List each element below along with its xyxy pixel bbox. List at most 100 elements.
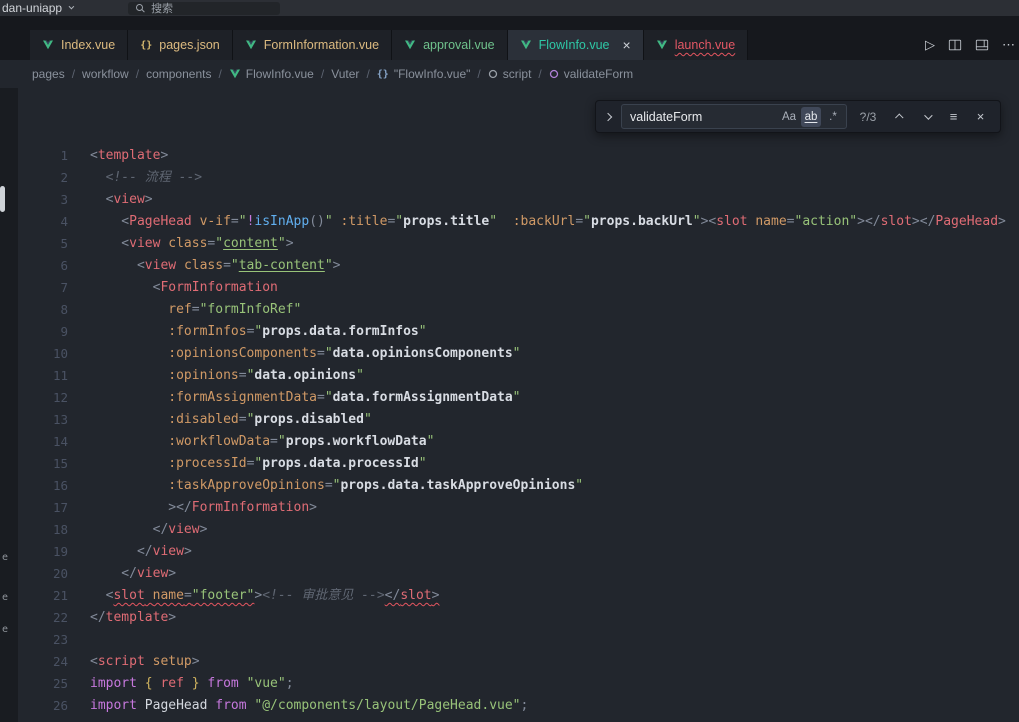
breadcrumb-separator: / (477, 67, 480, 81)
vue-icon (245, 39, 257, 51)
breadcrumb-label: Vuter (331, 67, 359, 81)
workspace-menu[interactable]: dan-uniapp (0, 1, 72, 15)
editor-actions: ▷⋯ (925, 37, 1015, 53)
title-bar: dan-uniapp 搜索 (0, 0, 1019, 16)
customize-layout-icon[interactable] (975, 38, 989, 52)
code-text: <template> (68, 145, 168, 167)
breadcrumb-separator: / (136, 67, 139, 81)
tab-pages.json[interactable]: {}pages.json (128, 30, 233, 60)
line-number: 21 (18, 585, 68, 607)
code-text: ></FormInformation> (68, 497, 317, 519)
code-text: :processId="props.data.processId" (68, 453, 427, 475)
breadcrumb-separator: / (538, 67, 541, 81)
breadcrumb-separator: / (72, 67, 75, 81)
code-line: 8 ref="formInfoRef" (18, 299, 1019, 321)
close-button[interactable]: × (970, 106, 991, 127)
tab-launch.vue[interactable]: launch.vue (644, 30, 748, 60)
tab-FlowInfo.vue[interactable]: FlowInfo.vue × (508, 30, 644, 60)
code-line: 21 <slot name="footer"><!-- 审批意见 --></sl… (18, 585, 1019, 607)
breadcrumb-item[interactable]: {}"FlowInfo.vue" (377, 67, 471, 81)
search-icon (136, 4, 145, 13)
line-number: 1 (18, 145, 68, 167)
breadcrumb-item[interactable]: pages (32, 67, 65, 81)
line-number: 23 (18, 629, 68, 651)
find-actions: ≡× (889, 106, 991, 127)
left-rail-indicator (0, 186, 5, 212)
code-text: <view> (68, 189, 153, 211)
line-number: 25 (18, 673, 68, 695)
line-number: 9 (18, 321, 68, 343)
code-line: 10 :opinionsComponents="data.opinionsCom… (18, 343, 1019, 365)
code-line: 4 <PageHead v-if="!isInApp()" :title="pr… (18, 211, 1019, 233)
tab-approval.vue[interactable]: approval.vue (392, 30, 508, 60)
code-line: 7 <FormInformation (18, 277, 1019, 299)
line-number: 5 (18, 233, 68, 255)
code-text: :disabled="props.disabled" (68, 409, 372, 431)
regex-toggle[interactable]: .* (823, 107, 843, 127)
code-line: 14 :workflowData="props.workflowData" (18, 431, 1019, 453)
line-number: 6 (18, 255, 68, 277)
breadcrumb-item[interactable]: Vuter (331, 67, 359, 81)
find-widget: validateForm Aaab.* ?/3 ≡× (595, 100, 1001, 133)
whole-word-toggle[interactable]: ab (801, 107, 821, 127)
run-icon[interactable]: ▷ (925, 37, 935, 53)
breadcrumb-separator: / (218, 67, 221, 81)
chevron-right-icon (604, 112, 612, 120)
code-editor[interactable]: validateForm Aaab.* ?/3 ≡× 1<template>2 … (18, 88, 1019, 722)
code-line: 5 <view class="content"> (18, 233, 1019, 255)
code-line: 23 (18, 629, 1019, 651)
breadcrumb-item[interactable]: validateForm (549, 67, 633, 81)
regex-icon: .* (829, 111, 837, 123)
close-icon[interactable]: × (623, 38, 631, 52)
tab-strip: Index.vue{}pages.jsonFormInformation.vue… (30, 30, 748, 60)
code-line: 24<script setup> (18, 651, 1019, 673)
breadcrumb-item[interactable]: workflow (82, 67, 129, 81)
breadcrumb-item[interactable]: script (488, 67, 532, 81)
vue-icon (520, 39, 532, 51)
code-line: 1<template> (18, 145, 1019, 167)
chevron-down-icon (924, 111, 932, 119)
line-number: 16 (18, 475, 68, 497)
find-in-selection-button[interactable]: ≡ (943, 106, 964, 127)
code-line: 25import { ref } from "vue"; (18, 673, 1019, 695)
previous-match-button[interactable] (889, 106, 910, 127)
line-number: 8 (18, 299, 68, 321)
workspace-name: dan-uniapp (2, 1, 62, 15)
whole-word-icon: ab (805, 111, 818, 123)
left-rail-glyph: e (2, 552, 8, 563)
code-line: 16 :taskApproveOpinions="props.data.task… (18, 475, 1019, 497)
tab-Index.vue[interactable]: Index.vue (30, 30, 128, 60)
line-number: 14 (18, 431, 68, 453)
tab-FormInformation.vue[interactable]: FormInformation.vue (233, 30, 392, 60)
next-match-button[interactable] (916, 106, 937, 127)
find-options: Aaab .* (779, 107, 843, 127)
tab-label: FlowInfo.vue (539, 38, 610, 52)
breadcrumb-separator: / (321, 67, 324, 81)
symbol-method-icon (549, 69, 559, 79)
code-line: 9 :formInfos="props.data.formInfos" (18, 321, 1019, 343)
code-text: :workflowData="props.workflowData" (68, 431, 434, 453)
line-number: 4 (18, 211, 68, 233)
code-line: 15 :processId="props.data.processId" (18, 453, 1019, 475)
tab-label: pages.json (159, 38, 219, 52)
more-actions-icon[interactable]: ⋯ (1002, 37, 1015, 53)
code-line: 12 :formAssignmentData="data.formAssignm… (18, 387, 1019, 409)
vue-icon (229, 68, 241, 80)
match-case-toggle[interactable]: Aa (779, 107, 799, 127)
breadcrumb-label: FlowInfo.vue (246, 67, 314, 81)
code-line: 17 ></FormInformation> (18, 497, 1019, 519)
code-line: 11 :opinions="data.opinions" (18, 365, 1019, 387)
find-query-text: validateForm (630, 110, 779, 124)
find-match-count: ?/3 (854, 110, 882, 124)
find-input[interactable]: validateForm Aaab .* (621, 104, 847, 129)
vscode-window: dan-uniapp 搜索 Index.vue{}pages.jsonFormI… (0, 0, 1019, 722)
global-search-box[interactable]: 搜索 (128, 2, 280, 15)
toggle-replace-button[interactable] (602, 114, 614, 120)
breadcrumb-item[interactable]: components (146, 67, 211, 81)
line-number: 13 (18, 409, 68, 431)
breadcrumb-item[interactable]: FlowInfo.vue (229, 67, 314, 81)
code-text: </template> (68, 607, 176, 629)
split-editor-icon[interactable] (948, 38, 962, 52)
breadcrumb: pages / workflow / components / FlowInfo.vue / V… (0, 60, 1019, 88)
line-number: 15 (18, 453, 68, 475)
